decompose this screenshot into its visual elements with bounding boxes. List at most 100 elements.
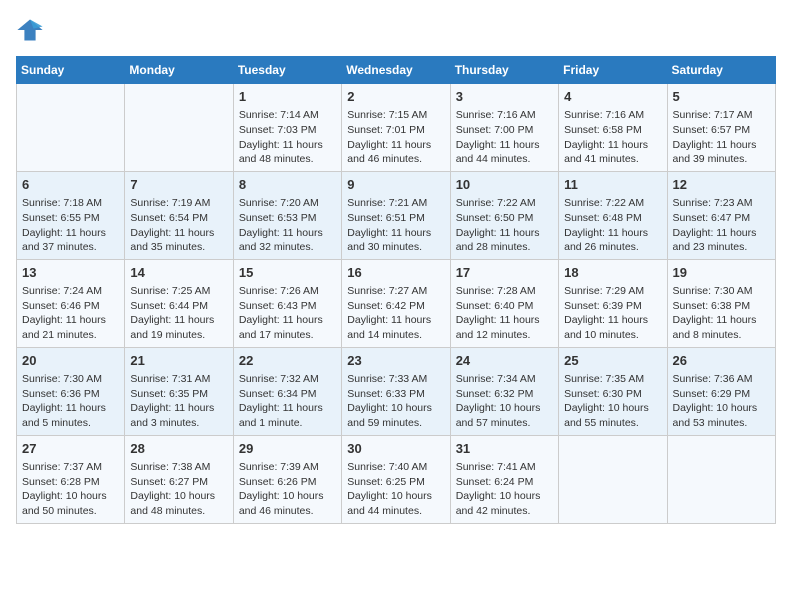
day-cell-1: 1 Sunrise: 7:14 AM Sunset: 7:03 PM Daylig… [233,84,341,172]
day-cell-12: 12 Sunrise: 7:23 AM Sunset: 6:47 PM Dayli… [667,171,775,259]
day-number: 22 [239,352,336,370]
day-number: 17 [456,264,553,282]
day-number: 1 [239,88,336,106]
day-number: 2 [347,88,444,106]
day-info: Sunrise: 7:29 AM Sunset: 6:39 PM Dayligh… [564,284,661,343]
day-cell-15: 15 Sunrise: 7:26 AM Sunset: 6:43 PM Dayli… [233,259,341,347]
day-cell-31: 31 Sunrise: 7:41 AM Sunset: 6:24 PM Dayli… [450,435,558,523]
day-info: Sunrise: 7:30 AM Sunset: 6:38 PM Dayligh… [673,284,770,343]
day-number: 15 [239,264,336,282]
day-number: 23 [347,352,444,370]
day-cell-14: 14Sunrise: 7:25 AM Sunset: 6:44 PM Dayli… [125,259,233,347]
day-number: 21 [130,352,227,370]
day-info: Sunrise: 7:18 AM Sunset: 6:55 PM Dayligh… [22,196,119,255]
weekday-header-row: SundayMondayTuesdayWednesdayThursdayFrid… [17,57,776,84]
day-number: 8 [239,176,336,194]
weekday-tuesday: Tuesday [233,57,341,84]
day-info: Sunrise: 7:16 AM Sunset: 6:58 PM Dayligh… [564,108,661,167]
day-cell-13: 13 Sunrise: 7:24 AM Sunset: 6:46 PM Dayli… [17,259,125,347]
calendar-table: SundayMondayTuesdayWednesdayThursdayFrid… [16,56,776,524]
day-number: 18 [564,264,661,282]
day-info: Sunrise: 7:28 AM Sunset: 6:40 PM Dayligh… [456,284,553,343]
day-cell-3: 3Sunrise: 7:16 AM Sunset: 7:00 PM Daylig… [450,84,558,172]
logo-icon [16,16,44,44]
day-number: 12 [673,176,770,194]
week-row-4: 20 Sunrise: 7:30 AM Sunset: 6:36 PM Dayli… [17,347,776,435]
day-number: 6 [22,176,119,194]
day-number: 31 [456,440,553,458]
day-info: Sunrise: 7:24 AM Sunset: 6:46 PM Dayligh… [22,284,119,343]
weekday-saturday: Saturday [667,57,775,84]
day-cell-23: 23 Sunrise: 7:33 AM Sunset: 6:33 PM Dayli… [342,347,450,435]
week-row-2: 6 Sunrise: 7:18 AM Sunset: 6:55 PM Daylig… [17,171,776,259]
day-number: 11 [564,176,661,194]
empty-cell [667,435,775,523]
day-info: Sunrise: 7:23 AM Sunset: 6:47 PM Dayligh… [673,196,770,255]
week-row-3: 13 Sunrise: 7:24 AM Sunset: 6:46 PM Dayli… [17,259,776,347]
day-number: 27 [22,440,119,458]
day-cell-18: 18 Sunrise: 7:29 AM Sunset: 6:39 PM Dayli… [559,259,667,347]
empty-cell [125,84,233,172]
day-number: 9 [347,176,444,194]
day-info: Sunrise: 7:14 AM Sunset: 7:03 PM Dayligh… [239,108,336,167]
day-number: 10 [456,176,553,194]
day-cell-9: 9 Sunrise: 7:21 AM Sunset: 6:51 PM Daylig… [342,171,450,259]
day-cell-8: 8 Sunrise: 7:20 AM Sunset: 6:53 PM Daylig… [233,171,341,259]
day-number: 29 [239,440,336,458]
day-cell-2: 2 Sunrise: 7:15 AM Sunset: 7:01 PM Daylig… [342,84,450,172]
day-cell-24: 24Sunrise: 7:34 AM Sunset: 6:32 PM Dayli… [450,347,558,435]
day-number: 26 [673,352,770,370]
day-cell-21: 21 Sunrise: 7:31 AM Sunset: 6:35 PM Dayli… [125,347,233,435]
day-info: Sunrise: 7:30 AM Sunset: 6:36 PM Dayligh… [22,372,119,431]
day-cell-4: 4Sunrise: 7:16 AM Sunset: 6:58 PM Daylig… [559,84,667,172]
day-number: 20 [22,352,119,370]
day-cell-26: 26 Sunrise: 7:36 AM Sunset: 6:29 PM Dayli… [667,347,775,435]
day-info: Sunrise: 7:36 AM Sunset: 6:29 PM Dayligh… [673,372,770,431]
weekday-wednesday: Wednesday [342,57,450,84]
day-cell-22: 22 Sunrise: 7:32 AM Sunset: 6:34 PM Dayli… [233,347,341,435]
day-cell-30: 30Sunrise: 7:40 AM Sunset: 6:25 PM Dayli… [342,435,450,523]
page-header [16,16,776,44]
day-number: 3 [456,88,553,106]
day-cell-27: 27 Sunrise: 7:37 AM Sunset: 6:28 PM Dayli… [17,435,125,523]
day-number: 13 [22,264,119,282]
empty-cell [17,84,125,172]
day-info: Sunrise: 7:17 AM Sunset: 6:57 PM Dayligh… [673,108,770,167]
day-info: Sunrise: 7:22 AM Sunset: 6:50 PM Dayligh… [456,196,553,255]
day-cell-19: 19Sunrise: 7:30 AM Sunset: 6:38 PM Dayli… [667,259,775,347]
day-info: Sunrise: 7:19 AM Sunset: 6:54 PM Dayligh… [130,196,227,255]
day-info: Sunrise: 7:25 AM Sunset: 6:44 PM Dayligh… [130,284,227,343]
week-row-1: 1 Sunrise: 7:14 AM Sunset: 7:03 PM Daylig… [17,84,776,172]
weekday-sunday: Sunday [17,57,125,84]
day-info: Sunrise: 7:32 AM Sunset: 6:34 PM Dayligh… [239,372,336,431]
day-info: Sunrise: 7:31 AM Sunset: 6:35 PM Dayligh… [130,372,227,431]
week-row-5: 27 Sunrise: 7:37 AM Sunset: 6:28 PM Dayli… [17,435,776,523]
day-info: Sunrise: 7:15 AM Sunset: 7:01 PM Dayligh… [347,108,444,167]
day-info: Sunrise: 7:41 AM Sunset: 6:24 PM Dayligh… [456,460,553,519]
day-info: Sunrise: 7:20 AM Sunset: 6:53 PM Dayligh… [239,196,336,255]
day-info: Sunrise: 7:22 AM Sunset: 6:48 PM Dayligh… [564,196,661,255]
day-info: Sunrise: 7:21 AM Sunset: 6:51 PM Dayligh… [347,196,444,255]
day-number: 25 [564,352,661,370]
day-number: 5 [673,88,770,106]
weekday-friday: Friday [559,57,667,84]
day-cell-11: 11 Sunrise: 7:22 AM Sunset: 6:48 PM Dayli… [559,171,667,259]
day-number: 7 [130,176,227,194]
day-cell-25: 25Sunrise: 7:35 AM Sunset: 6:30 PM Dayli… [559,347,667,435]
empty-cell [559,435,667,523]
day-info: Sunrise: 7:34 AM Sunset: 6:32 PM Dayligh… [456,372,553,431]
day-info: Sunrise: 7:39 AM Sunset: 6:26 PM Dayligh… [239,460,336,519]
day-cell-5: 5 Sunrise: 7:17 AM Sunset: 6:57 PM Daylig… [667,84,775,172]
day-info: Sunrise: 7:38 AM Sunset: 6:27 PM Dayligh… [130,460,227,519]
weekday-monday: Monday [125,57,233,84]
day-cell-16: 16Sunrise: 7:27 AM Sunset: 6:42 PM Dayli… [342,259,450,347]
weekday-thursday: Thursday [450,57,558,84]
day-info: Sunrise: 7:26 AM Sunset: 6:43 PM Dayligh… [239,284,336,343]
day-info: Sunrise: 7:33 AM Sunset: 6:33 PM Dayligh… [347,372,444,431]
day-number: 28 [130,440,227,458]
day-info: Sunrise: 7:40 AM Sunset: 6:25 PM Dayligh… [347,460,444,519]
day-cell-20: 20 Sunrise: 7:30 AM Sunset: 6:36 PM Dayli… [17,347,125,435]
day-number: 16 [347,264,444,282]
day-cell-28: 28 Sunrise: 7:38 AM Sunset: 6:27 PM Dayli… [125,435,233,523]
day-info: Sunrise: 7:37 AM Sunset: 6:28 PM Dayligh… [22,460,119,519]
